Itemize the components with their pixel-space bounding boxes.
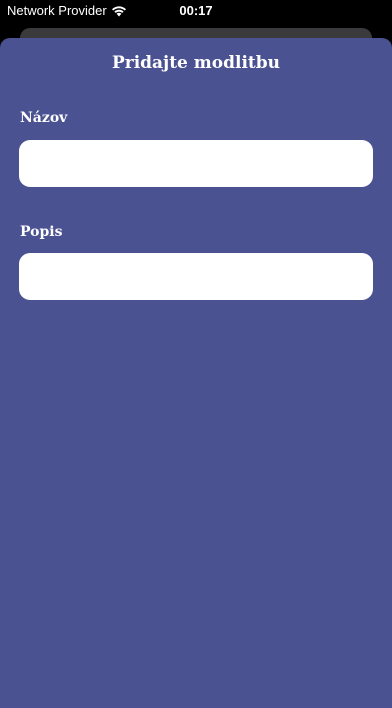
add-prayer-sheet: Pridajte modlitbu Názov Popis <box>0 38 392 708</box>
description-input[interactable] <box>19 253 373 300</box>
name-input[interactable] <box>19 140 373 187</box>
name-label: Názov <box>20 110 68 126</box>
status-time: 00:17 <box>179 3 213 18</box>
status-bar: Network Provider 00:17 <box>0 0 392 22</box>
sheet-title: Pridajte modlitbu <box>111 53 281 73</box>
description-label: Popis <box>20 224 63 240</box>
